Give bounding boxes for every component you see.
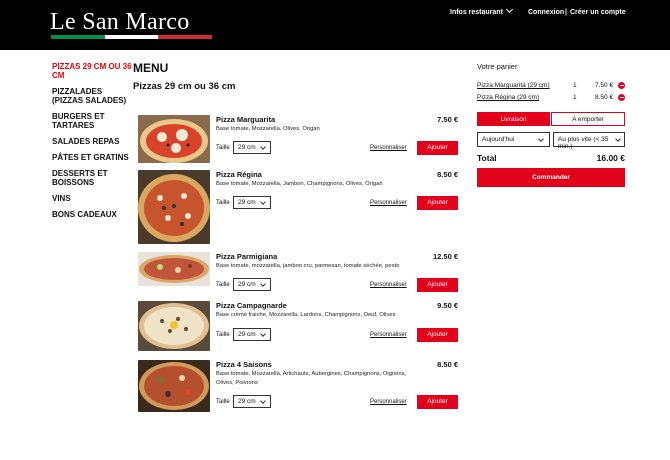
item-description: Base tomate, Mozzarella, Artichauts, Aub… — [216, 371, 407, 386]
category-vins[interactable]: Vins — [52, 194, 134, 203]
size-select[interactable]: 29 cm — [233, 196, 271, 209]
menu-item: Pizza Marguarita 7.50 € Base tomate, Moz… — [138, 115, 458, 163]
menu-item: Pizza 4 Saisons 8.50 € Base tomate, Mozz… — [138, 360, 458, 412]
size-label: Taille — [216, 332, 230, 338]
customize-link[interactable]: Personnaliser — [370, 145, 407, 151]
top-bar: Le San Marco Infos restaurant Connexion … — [0, 0, 670, 50]
pizza-photo — [138, 301, 210, 351]
customize-link[interactable]: Personnaliser — [370, 332, 407, 338]
customize-link[interactable]: Personnaliser — [370, 399, 407, 405]
category-pizzas[interactable]: PIZZAS 29 cm ou 36 cm — [52, 62, 134, 80]
infos-restaurant-menu[interactable]: Infos restaurant — [450, 5, 513, 16]
category-pizzalades[interactable]: Pizzalades (pizzas salades) — [52, 87, 134, 105]
time-select[interactable]: Au plus vite (< 35 min.) — [553, 132, 625, 150]
item-name: Pizza Régina — [216, 170, 262, 179]
size-select[interactable]: 29 cm — [233, 141, 271, 154]
create-account-link[interactable]: Créer un compte — [570, 9, 626, 16]
order-button[interactable]: Commander — [477, 168, 625, 187]
size-label: Taille — [216, 399, 230, 405]
cart-item-link[interactable]: Pizza Marguarita (29 cm) — [477, 82, 550, 89]
size-value: 29 cm — [238, 281, 256, 288]
customize-link[interactable]: Personnaliser — [370, 282, 407, 288]
day-select[interactable]: Aujourd'hui — [477, 132, 550, 147]
chevron-down-icon — [260, 281, 266, 287]
add-button[interactable]: Ajouter — [417, 278, 458, 292]
remove-icon[interactable] — [618, 82, 625, 89]
item-name: Pizza Parmigiana — [216, 252, 278, 261]
time-value: Au plus vite (< 35 min.) — [558, 136, 609, 150]
cart-title: Votre panier — [477, 62, 518, 71]
item-description: Base crème fraiche, Mozzarella, Lardons,… — [216, 312, 396, 318]
total-row: Total 16.00 € — [477, 153, 625, 163]
cart-item-qty: 1 — [573, 82, 577, 89]
item-price: 8.50 € — [437, 360, 458, 369]
item-name: Pizza 4 Saisons — [216, 360, 272, 369]
pizza-photo — [138, 170, 210, 244]
remove-icon[interactable] — [618, 94, 625, 101]
size-value: 29 cm — [238, 199, 256, 206]
customize-link[interactable]: Personnaliser — [370, 200, 407, 206]
chevron-down-icon — [505, 5, 513, 14]
size-label: Taille — [216, 282, 230, 288]
logo[interactable]: Le San Marco — [50, 9, 190, 36]
item-name: Pizza Marguarita — [216, 115, 276, 124]
chevron-down-icon — [615, 136, 621, 142]
cart-item-link[interactable]: Pizza Régina (29 cm) — [477, 94, 539, 101]
item-description: Base tomate, mozzarella, jambon cru, par… — [216, 263, 400, 269]
size-label: Taille — [216, 200, 230, 206]
chevron-down-icon — [538, 136, 544, 142]
chevron-down-icon — [260, 398, 266, 404]
day-value: Aujourd'hui — [482, 136, 515, 143]
size-label: Taille — [216, 145, 230, 151]
logo-flag-stripe — [51, 35, 213, 39]
size-select[interactable]: 29 cm — [233, 395, 271, 408]
delivery-tab[interactable]: Livraison — [477, 112, 550, 126]
size-value: 29 cm — [238, 331, 256, 338]
category-burgers[interactable]: Burgers et tartares — [52, 112, 134, 130]
chevron-down-icon — [260, 144, 266, 150]
login-link[interactable]: Connexion — [528, 9, 564, 16]
item-name: Pizza Campagnarde — [216, 301, 287, 310]
cart-item-qty: 1 — [573, 94, 577, 101]
size-value: 29 cm — [238, 398, 256, 405]
category-sidebar: PIZZAS 29 cm ou 36 cm Pizzalades (pizzas… — [52, 62, 134, 226]
cart-item-price: 7.50 € — [595, 82, 614, 89]
category-desserts[interactable]: Desserts et boissons — [52, 169, 134, 187]
item-description: Base tomate, Mozzarella, Olives, Origan — [216, 126, 320, 132]
section-title: Pizzas 29 cm ou 36 cm — [133, 81, 236, 92]
item-price: 7.50 € — [437, 115, 458, 124]
item-description: Base tomate, Mozzarella, Jambon, Champig… — [216, 181, 383, 187]
infos-restaurant-label: Infos restaurant — [450, 9, 503, 16]
add-button[interactable]: Ajouter — [417, 395, 458, 409]
size-select[interactable]: 29 cm — [233, 328, 271, 341]
menu-item: Pizza Régina 8.50 € Base tomate, Mozzare… — [138, 170, 458, 244]
chevron-down-icon — [260, 331, 266, 337]
size-value: 29 cm — [238, 144, 256, 151]
pizza-photo — [138, 252, 210, 286]
category-salades[interactable]: Salades repas — [52, 137, 134, 146]
add-button[interactable]: Ajouter — [417, 141, 458, 155]
menu-title: MENU — [133, 61, 169, 75]
add-button[interactable]: Ajouter — [417, 196, 458, 210]
category-bons-cadeaux[interactable]: Bons cadeaux — [52, 210, 134, 219]
total-value: 16.00 € — [596, 153, 625, 163]
nav-separator: | — [565, 9, 567, 16]
pizza-photo — [138, 115, 210, 163]
menu-item: Pizza Campagnarde 9.50 € Base crème frai… — [138, 301, 458, 351]
chevron-down-icon — [260, 199, 266, 205]
takeaway-tab[interactable]: A emporter — [551, 112, 625, 126]
pizza-photo — [138, 360, 210, 412]
category-pates[interactable]: Pâtes et gratins — [52, 153, 134, 162]
menu-item: Pizza Parmigiana 12.50 € Base tomate, mo… — [138, 252, 458, 292]
item-price: 12.50 € — [432, 252, 458, 261]
total-label: Total — [477, 153, 497, 163]
size-select[interactable]: 29 cm — [233, 278, 271, 291]
cart-panel: Votre panier Pizza Marguarita (29 cm) 1 … — [477, 62, 625, 187]
add-button[interactable]: Ajouter — [417, 328, 458, 342]
cart-item-price: 8.50 € — [595, 94, 614, 101]
item-price: 9.50 € — [437, 301, 458, 310]
item-price: 8.50 € — [437, 170, 458, 179]
